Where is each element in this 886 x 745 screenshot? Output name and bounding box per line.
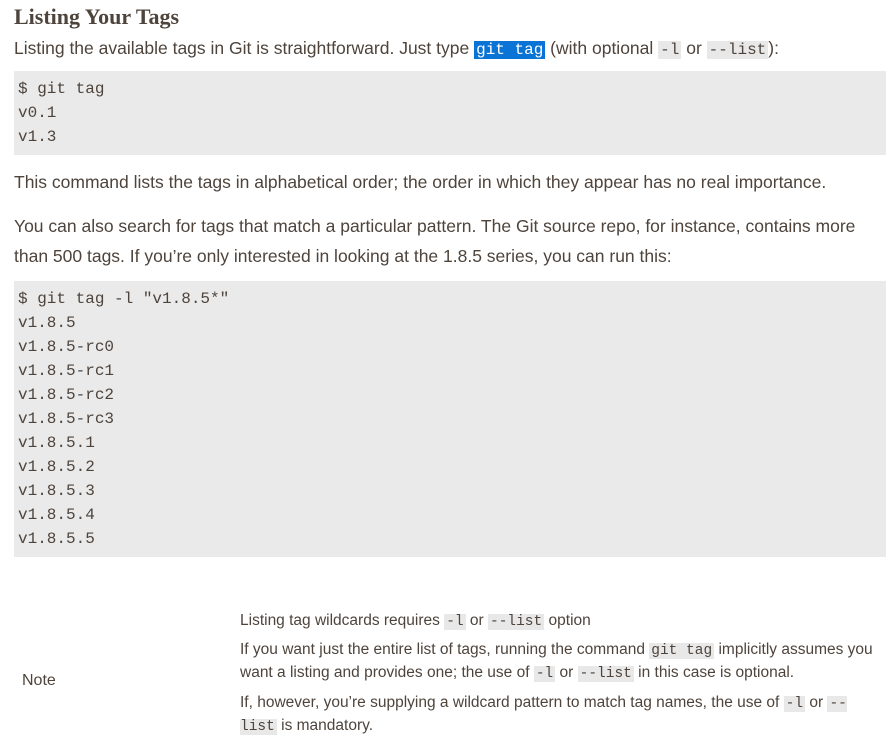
code-block-git-tag-list[interactable]: $ git tag -l "v1.8.5*" v1.8.5 v1.8.5-rc0 v1… xyxy=(14,281,886,557)
note-paragraph-1: If you want just the entire list of tags… xyxy=(240,639,880,685)
inline-code-git-tag: git tag xyxy=(649,643,715,659)
code-line: v1.8.5 xyxy=(18,314,76,332)
note-text: is mandatory. xyxy=(276,717,374,734)
code-line: $ git tag -l "v1.8.5*" xyxy=(18,290,230,308)
document-page: Listing Your Tags Listing the available … xyxy=(14,0,886,557)
code-line: v1.8.5.5 xyxy=(18,530,95,548)
code-block-git-tag[interactable]: $ git tag v0.1 v1.3 xyxy=(14,71,886,155)
code-line: v1.8.5.2 xyxy=(18,458,95,476)
inline-code-l-flag: -l xyxy=(783,696,806,712)
code-line: $ git tag xyxy=(18,80,105,98)
code-line: v1.3 xyxy=(18,128,57,146)
search-paragraph: You can also search for tags that match … xyxy=(14,216,856,266)
note-text: Listing tag wildcards requires xyxy=(240,612,445,629)
inline-code-list-flag: --list xyxy=(706,41,769,59)
note-body: Listing tag wildcards requires -l or --l… xyxy=(240,610,880,745)
code-line: v0.1 xyxy=(18,104,57,122)
inline-code-l-flag: -l xyxy=(658,41,682,59)
note-text: or xyxy=(465,612,488,629)
note-admonition: Note Listing tag wildcards requires -l o… xyxy=(14,596,886,745)
note-title: Listing tag wildcards requires -l or --l… xyxy=(240,610,880,633)
code-line: v1.8.5-rc3 xyxy=(18,410,115,428)
code-line: v1.8.5-rc1 xyxy=(18,362,115,380)
code-line: v1.8.5.1 xyxy=(18,434,95,452)
intro-text: Listing the available tags in Git is str… xyxy=(14,38,475,58)
note-label: Note xyxy=(22,672,56,689)
inline-code-l-flag: -l xyxy=(444,614,466,630)
note-paragraph-2: If, however, you’re supplying a wildcard… xyxy=(240,692,880,738)
inline-code-list-flag: --list xyxy=(488,614,545,630)
code-line: v1.8.5.3 xyxy=(18,482,95,500)
code-line: v1.8.5-rc0 xyxy=(18,338,115,356)
code-line: v1.8.5-rc2 xyxy=(18,386,115,404)
intro-text: (with optional xyxy=(545,38,659,58)
inline-code-git-tag[interactable]: git tag xyxy=(474,41,546,59)
code-line: v1.8.5.4 xyxy=(18,506,95,524)
intro-text: ): xyxy=(768,38,779,58)
inline-code-list-flag: --list xyxy=(577,666,634,682)
intro-text: or xyxy=(681,38,707,58)
section-heading: Listing Your Tags xyxy=(14,4,180,29)
note-text: or xyxy=(805,694,828,711)
note-text: or xyxy=(555,664,578,681)
order-paragraph: This command lists the tags in alphabeti… xyxy=(14,172,827,192)
intro-paragraph: Listing the available tags in Git is str… xyxy=(14,33,886,65)
note-text: in this case is optional. xyxy=(633,664,795,681)
note-text: If, however, you’re supplying a wildcard… xyxy=(240,694,784,711)
inline-code-l-flag: -l xyxy=(533,666,556,682)
note-text: If you want just the entire list of tags… xyxy=(240,641,650,658)
note-text: option xyxy=(544,612,591,629)
